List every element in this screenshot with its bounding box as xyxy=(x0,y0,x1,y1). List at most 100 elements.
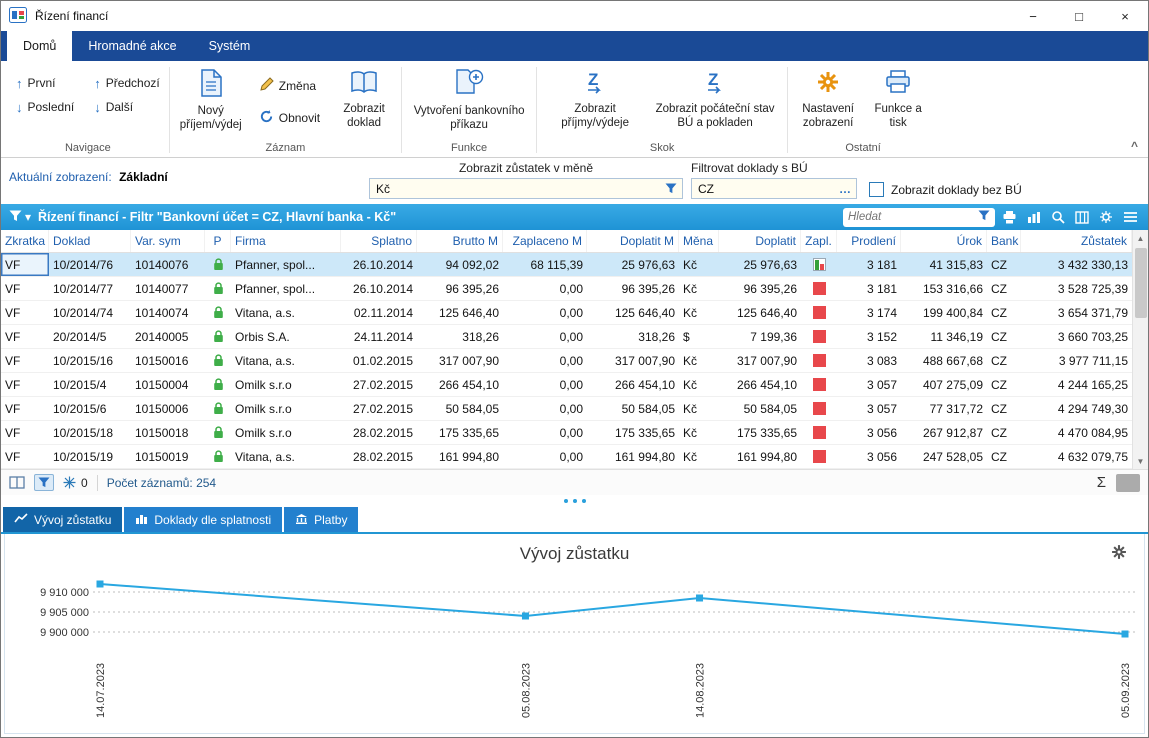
cell-zustatek[interactable]: 4 244 165,25 xyxy=(1021,373,1132,396)
vertical-scrollbar[interactable]: ▲ ▼ xyxy=(1132,230,1148,469)
cell-doplatit_m[interactable]: 317 007,90 xyxy=(587,349,679,372)
cell-zkratka[interactable]: VF xyxy=(1,397,49,420)
cell-zaplaceno[interactable]: 0,00 xyxy=(503,397,587,420)
cell-zkratka[interactable]: VF xyxy=(1,349,49,372)
current-view-value[interactable]: Základní xyxy=(119,170,168,184)
cell-doplatit[interactable]: 125 646,40 xyxy=(719,301,801,324)
cell-splatno[interactable]: 02.11.2014 xyxy=(341,301,417,324)
cell-varsym[interactable]: 10140076 xyxy=(131,253,205,276)
cell-prodleni[interactable]: 3 181 xyxy=(837,277,901,300)
table-row[interactable]: VF10/2014/7410140074Vitana, a.s.02.11.20… xyxy=(1,301,1148,325)
cell-zustatek[interactable]: 4 470 084,95 xyxy=(1021,421,1132,444)
sum-icon[interactable]: Σ xyxy=(1097,474,1106,491)
cell-firma[interactable]: Omilk s.r.o xyxy=(231,421,341,444)
column-header-firma[interactable]: Firma xyxy=(231,230,341,252)
previous-record-button[interactable]: ↑Předchozí xyxy=(90,74,164,93)
cell-bank[interactable]: CZ xyxy=(987,325,1021,348)
cell-splatno[interactable]: 24.11.2014 xyxy=(341,325,417,348)
cell-brutto[interactable]: 96 395,26 xyxy=(417,277,503,300)
cell-zapl[interactable] xyxy=(801,253,837,276)
column-header-mena[interactable]: Měna xyxy=(679,230,719,252)
cell-firma[interactable]: Omilk s.r.o xyxy=(231,397,341,420)
cell-zapl[interactable] xyxy=(801,397,837,420)
cell-doklad[interactable]: 10/2015/19 xyxy=(49,445,131,468)
cell-zustatek[interactable]: 4 294 749,30 xyxy=(1021,397,1132,420)
cell-urok[interactable]: 11 346,19 xyxy=(901,325,987,348)
cell-zaplaceno[interactable]: 0,00 xyxy=(503,325,587,348)
cell-doklad[interactable]: 10/2015/18 xyxy=(49,421,131,444)
functions-print-button[interactable]: Funkce a tisk xyxy=(863,63,933,132)
table-row[interactable]: VF10/2014/7710140077Pfanner, spol...26.1… xyxy=(1,277,1148,301)
cell-doplatit_m[interactable]: 266 454,10 xyxy=(587,373,679,396)
gear-icon[interactable] xyxy=(1099,210,1113,224)
cell-prodleni[interactable]: 3 083 xyxy=(837,349,901,372)
cell-varsym[interactable]: 10150016 xyxy=(131,349,205,372)
cell-zustatek[interactable]: 3 528 725,39 xyxy=(1021,277,1132,300)
cell-p[interactable] xyxy=(205,277,231,300)
maximize-button[interactable]: □ xyxy=(1056,1,1102,31)
cell-bank[interactable]: CZ xyxy=(987,301,1021,324)
tab-platby[interactable]: Platby xyxy=(284,507,358,532)
cell-splatno[interactable]: 28.02.2015 xyxy=(341,445,417,468)
cell-zustatek[interactable]: 3 660 703,25 xyxy=(1021,325,1132,348)
cell-doplatit[interactable]: 266 454,10 xyxy=(719,373,801,396)
cell-splatno[interactable]: 26.10.2014 xyxy=(341,253,417,276)
refresh-button[interactable]: Obnovit xyxy=(255,107,324,129)
scroll-up-icon[interactable]: ▲ xyxy=(1133,230,1148,246)
cell-varsym[interactable]: 10150004 xyxy=(131,373,205,396)
cell-bank[interactable]: CZ xyxy=(987,397,1021,420)
cell-urok[interactable]: 199 400,84 xyxy=(901,301,987,324)
cell-zkratka[interactable]: VF xyxy=(1,277,49,300)
first-record-button[interactable]: ↑První xyxy=(12,74,78,93)
column-header-zapl[interactable]: Zapl. xyxy=(801,230,837,252)
cell-mena[interactable]: Kč xyxy=(679,397,719,420)
cell-zkratka[interactable]: VF xyxy=(1,301,49,324)
cell-zapl[interactable] xyxy=(801,325,837,348)
cell-p[interactable] xyxy=(205,397,231,420)
cell-firma[interactable]: Pfanner, spol... xyxy=(231,277,341,300)
cell-doplatit_m[interactable]: 318,26 xyxy=(587,325,679,348)
table-row[interactable]: VF10/2015/410150004Omilk s.r.o27.02.2015… xyxy=(1,373,1148,397)
show-income-expense-button[interactable]: Z Zobrazit příjmy/výdeje xyxy=(542,63,648,132)
cell-firma[interactable]: Orbis S.A. xyxy=(231,325,341,348)
cell-firma[interactable]: Vitana, a.s. xyxy=(231,349,341,372)
cell-prodleni[interactable]: 3 174 xyxy=(837,301,901,324)
column-header-zaplaceno[interactable]: Zaplaceno M xyxy=(503,230,587,252)
cell-doplatit[interactable]: 7 199,36 xyxy=(719,325,801,348)
cell-mena[interactable]: Kč xyxy=(679,421,719,444)
cell-urok[interactable]: 153 316,66 xyxy=(901,277,987,300)
cell-p[interactable] xyxy=(205,253,231,276)
minimize-button[interactable]: − xyxy=(1010,1,1056,31)
cell-brutto[interactable]: 161 994,80 xyxy=(417,445,503,468)
show-without-account-checkbox[interactable] xyxy=(869,182,884,197)
cell-urok[interactable]: 407 275,09 xyxy=(901,373,987,396)
cell-varsym[interactable]: 10140077 xyxy=(131,277,205,300)
cell-doplatit[interactable]: 96 395,26 xyxy=(719,277,801,300)
cell-zkratka[interactable]: VF xyxy=(1,325,49,348)
cell-doplatit_m[interactable]: 50 584,05 xyxy=(587,397,679,420)
table-row[interactable]: VF10/2015/610150006Omilk s.r.o27.02.2015… xyxy=(1,397,1148,421)
cell-zustatek[interactable]: 4 632 079,75 xyxy=(1021,445,1132,468)
cell-doklad[interactable]: 20/2014/5 xyxy=(49,325,131,348)
search-funnel-icon[interactable] xyxy=(978,210,990,224)
cell-doplatit_m[interactable]: 96 395,26 xyxy=(587,277,679,300)
cell-p[interactable] xyxy=(205,325,231,348)
cell-doplatit_m[interactable]: 25 976,63 xyxy=(587,253,679,276)
tab-hromadne-akce[interactable]: Hromadné akce xyxy=(72,31,192,61)
cell-zapl[interactable] xyxy=(801,349,837,372)
next-record-button[interactable]: ↓Další xyxy=(90,98,164,117)
column-header-doplatit_m[interactable]: Doplatit M xyxy=(587,230,679,252)
cell-zkratka[interactable]: VF xyxy=(1,253,49,276)
cell-p[interactable] xyxy=(205,445,231,468)
tab-system[interactable]: Systém xyxy=(193,31,267,61)
currency-combobox[interactable]: Kč xyxy=(369,178,683,199)
menu-icon[interactable] xyxy=(1123,211,1138,223)
cell-brutto[interactable]: 318,26 xyxy=(417,325,503,348)
cell-mena[interactable]: Kč xyxy=(679,301,719,324)
cell-splatno[interactable]: 27.02.2015 xyxy=(341,397,417,420)
show-document-button[interactable]: Zobrazit doklad xyxy=(332,63,396,132)
chart-settings-gear-icon[interactable] xyxy=(1110,543,1128,564)
tab-doklady-dle-splatnosti[interactable]: Doklady dle splatnosti xyxy=(124,507,282,532)
column-header-prodleni[interactable]: Prodlení xyxy=(837,230,901,252)
ellipsis-icon[interactable]: … xyxy=(834,182,856,196)
